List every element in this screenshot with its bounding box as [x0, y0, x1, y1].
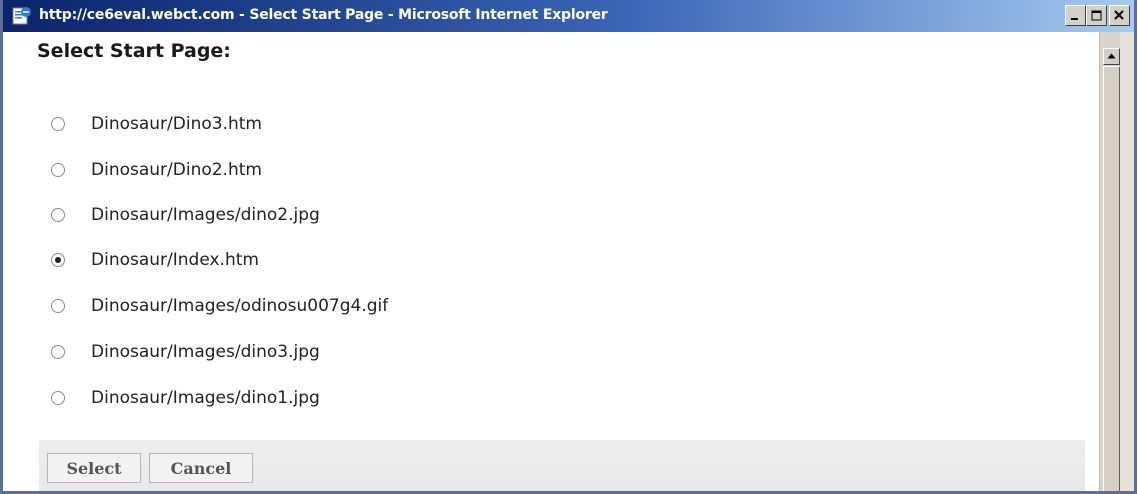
option-label: Dinosaur/Dino2.htm: [91, 160, 262, 180]
option-label: Dinosaur/Dino3.htm: [91, 114, 262, 134]
scroll-up-button[interactable]: [1103, 48, 1120, 65]
option-odinosu007g4-gif[interactable]: Dinosaur/Images/odinosu007g4.gif: [51, 294, 388, 318]
page-heading: Select Start Page:: [37, 40, 231, 62]
radio-button-selected[interactable]: [51, 253, 65, 267]
option-label: Dinosaur/Images/dino3.jpg: [91, 342, 320, 362]
ie-page-icon: [12, 6, 32, 25]
maximize-button[interactable]: [1086, 5, 1107, 26]
radio-button[interactable]: [51, 345, 65, 359]
option-dino2-htm[interactable]: Dinosaur/Dino2.htm: [51, 158, 262, 182]
cancel-button[interactable]: Cancel: [149, 453, 253, 483]
radio-button[interactable]: [51, 299, 65, 313]
radio-button[interactable]: [51, 163, 65, 177]
option-dino3-jpg[interactable]: Dinosaur/Images/dino3.jpg: [51, 340, 320, 364]
close-icon: [1114, 10, 1124, 20]
window-title: http://ce6eval.webct.com - Select Start …: [39, 7, 608, 23]
scroll-thumb[interactable]: [1103, 66, 1120, 491]
title-bar[interactable]: http://ce6eval.webct.com - Select Start …: [3, 0, 1134, 32]
close-button[interactable]: [1109, 5, 1130, 26]
option-label: Dinosaur/Images/dino2.jpg: [91, 205, 320, 225]
radio-button[interactable]: [51, 391, 65, 405]
option-dino3-htm[interactable]: Dinosaur/Dino3.htm: [51, 112, 262, 136]
scroll-up-arrow-icon: [1107, 53, 1116, 59]
radio-button[interactable]: [51, 117, 65, 131]
window-controls: [1065, 5, 1130, 27]
scroll-track: [1120, 32, 1134, 491]
radio-button[interactable]: [51, 208, 65, 222]
browser-popup-window: http://ce6eval.webct.com - Select Start …: [0, 0, 1137, 494]
option-index-htm[interactable]: Dinosaur/Index.htm: [51, 248, 259, 272]
option-label: Dinosaur/Index.htm: [91, 250, 259, 270]
minimize-icon: [1071, 18, 1078, 20]
option-label: Dinosaur/Images/dino1.jpg: [91, 388, 320, 408]
maximize-icon: [1091, 10, 1102, 21]
vertical-scrollbar[interactable]: [1099, 32, 1134, 491]
select-button[interactable]: Select: [47, 453, 141, 483]
option-dino1-jpg[interactable]: Dinosaur/Images/dino1.jpg: [51, 386, 320, 410]
button-bar: Select Cancel: [39, 440, 1085, 491]
option-label: Dinosaur/Images/odinosu007g4.gif: [91, 296, 389, 316]
minimize-button[interactable]: [1065, 5, 1086, 26]
option-dino2-jpg[interactable]: Dinosaur/Images/dino2.jpg: [51, 203, 320, 227]
